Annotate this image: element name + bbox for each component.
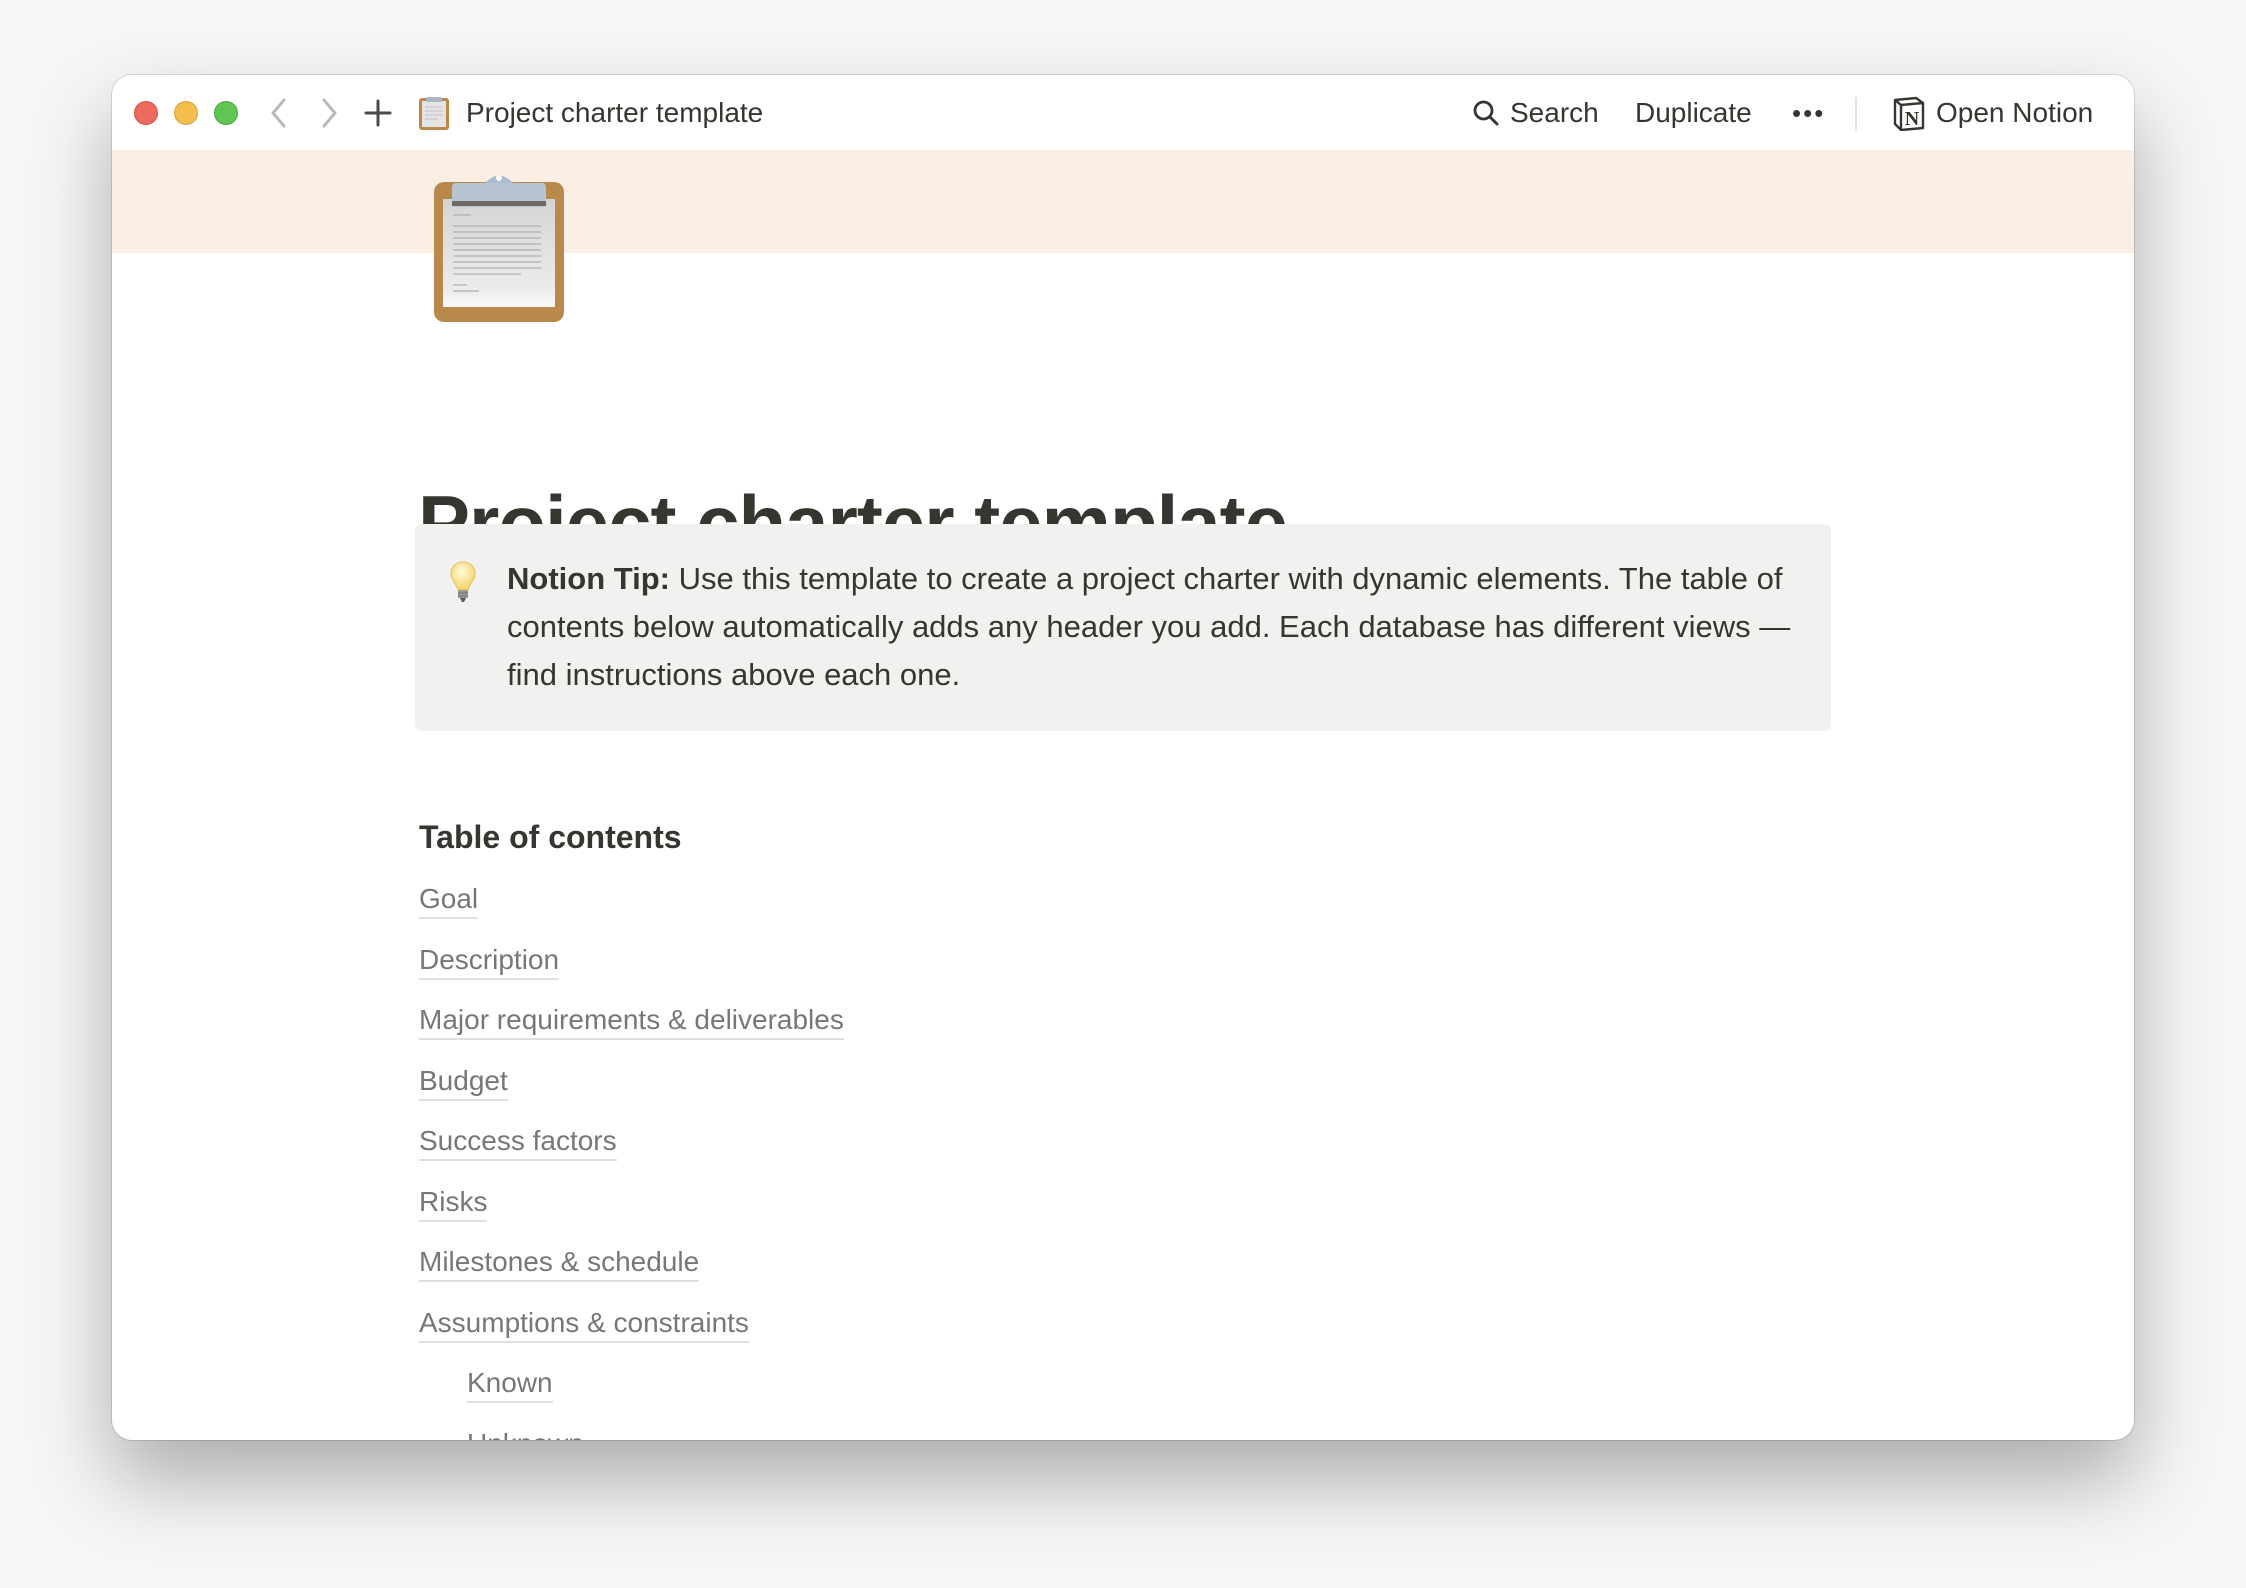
table-of-contents: Goal Description Major requirements & de… (419, 881, 844, 1440)
callout-body: Use this template to create a project ch… (507, 561, 1791, 692)
toc-item: Success factors (419, 1123, 844, 1184)
toc-link-success-factors[interactable]: Success factors (419, 1123, 617, 1161)
duplicate-button[interactable]: Duplicate (1635, 93, 1752, 133)
minimize-window-button[interactable] (174, 101, 198, 125)
callout-text: Notion Tip: Use this template to create … (507, 555, 1797, 699)
notion-logo-icon: N (1893, 96, 1925, 131)
toc-link-description[interactable]: Description (419, 942, 560, 980)
title-bar: Project charter template Search Duplicat… (112, 75, 2134, 150)
toc-item: Description (419, 942, 844, 1003)
lightbulb-icon (450, 561, 476, 602)
toc-item: Unknown (419, 1426, 844, 1441)
toc-link-unknown[interactable]: Unknown (467, 1426, 584, 1441)
clipboard-icon (419, 97, 449, 130)
callout-bold-prefix: Notion Tip: (507, 561, 670, 596)
toc-link-assumptions[interactable]: Assumptions & constraints (419, 1305, 749, 1343)
toc-link-major-requirements[interactable]: Major requirements & deliverables (419, 1002, 844, 1040)
back-button[interactable] (262, 95, 296, 131)
plus-icon (364, 99, 392, 127)
clipboard-icon[interactable] (433, 170, 565, 323)
toc-item: Known (419, 1365, 844, 1426)
app-window: Project charter template Search Duplicat… (112, 75, 2134, 1440)
new-tab-button[interactable] (361, 95, 395, 131)
chevron-right-icon (322, 98, 337, 128)
search-icon (1473, 100, 1499, 126)
open-notion-button[interactable]: N Open Notion (1892, 93, 2093, 133)
close-window-button[interactable] (134, 101, 158, 125)
toc-item: Budget (419, 1063, 844, 1124)
open-notion-label: Open Notion (1936, 97, 2094, 128)
chevron-left-icon (271, 98, 286, 128)
toc-item: Goal (419, 881, 844, 942)
toc-item: Milestones & schedule (419, 1244, 844, 1305)
toc-item: Risks (419, 1184, 844, 1245)
search-button[interactable]: Search (1472, 93, 1599, 133)
page-cover[interactable] (112, 150, 2134, 253)
tab-title: Project charter template (466, 97, 764, 128)
toc-heading: Table of contents (419, 819, 682, 855)
zoom-window-button[interactable] (214, 101, 238, 125)
toolbar-divider (1855, 97, 1857, 131)
forward-button[interactable] (312, 95, 346, 131)
notion-tip-callout: Notion Tip: Use this template to create … (415, 524, 1831, 731)
toc-link-goal[interactable]: Goal (419, 881, 479, 919)
svg-text:N: N (1905, 108, 1920, 130)
more-options-button[interactable]: ••• (1792, 93, 1825, 133)
more-icon: ••• (1792, 97, 1826, 128)
search-label: Search (1510, 97, 1599, 128)
toc-link-known[interactable]: Known (467, 1365, 553, 1403)
toc-link-risks[interactable]: Risks (419, 1184, 488, 1222)
toc-item: Major requirements & deliverables (419, 1002, 844, 1063)
toc-item: Assumptions & constraints (419, 1305, 844, 1366)
toc-link-milestones[interactable]: Milestones & schedule (419, 1244, 700, 1282)
toc-link-budget[interactable]: Budget (419, 1063, 508, 1101)
